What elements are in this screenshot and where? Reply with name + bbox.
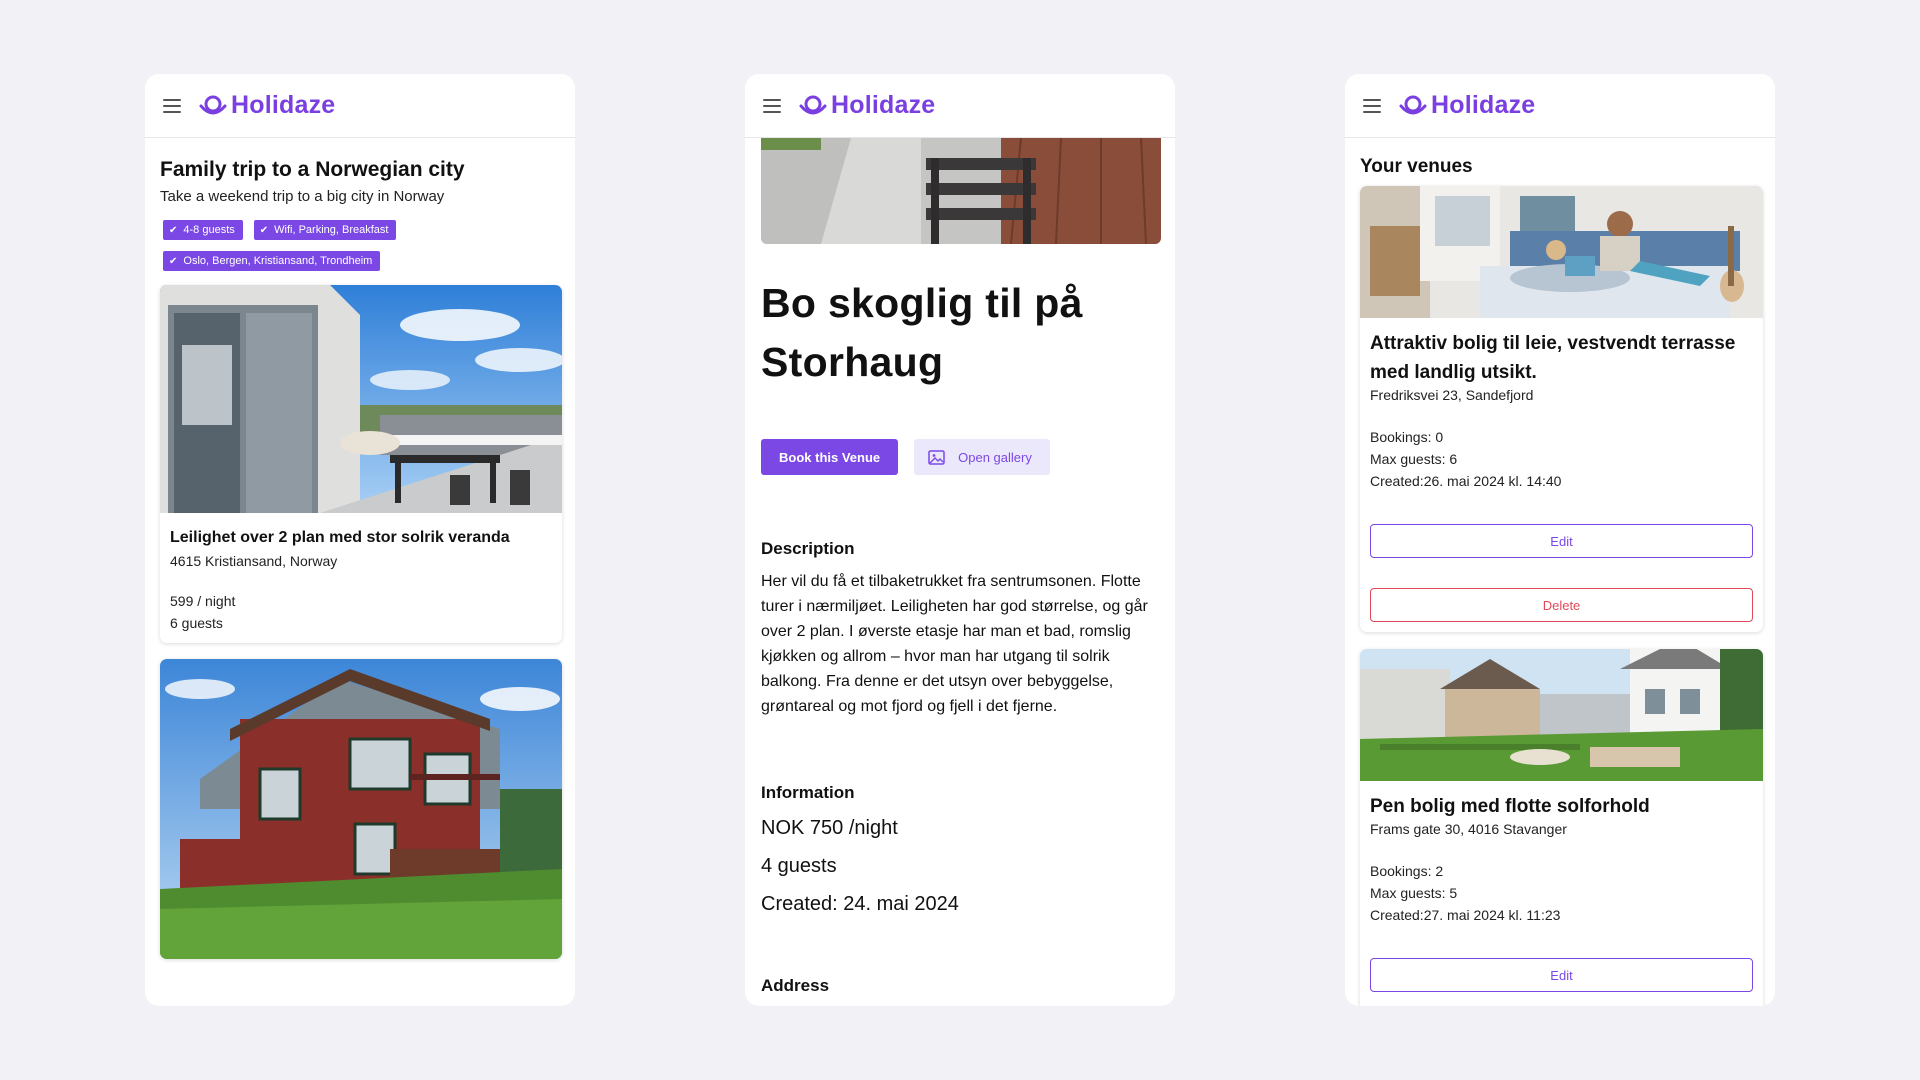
venue-photo-veranda: [160, 285, 562, 513]
venue-title: Attraktiv bolig til leie, vestvendt terr…: [1370, 333, 1736, 383]
brand-logo[interactable]: Holidaze: [799, 91, 935, 120]
edit-venue-button[interactable]: Edit: [1370, 524, 1753, 558]
header: Holidaze: [1345, 74, 1775, 138]
mobile-screen-search-results: Holidaze Family trip to a Norwegian city…: [145, 74, 575, 1006]
venue-photo-bedroom: [1360, 186, 1763, 318]
venue-created: Created:26. mai 2024 kl. 14:40: [1370, 473, 1562, 489]
tag-amenities[interactable]: ✔ Wifi, Parking, Breakfast: [253, 220, 397, 240]
venue-price: NOK 750 /night: [761, 817, 898, 839]
venue-max-guests: Max guests: 5: [1370, 885, 1458, 901]
logo-icon: [1399, 95, 1427, 114]
venue-bookings: Bookings: 2: [1370, 863, 1444, 879]
description-text: Her vil du få et tilbaketrukket fra sent…: [761, 573, 1148, 715]
venue-hero-image[interactable]: [761, 138, 1161, 244]
brand-name: Holidaze: [231, 91, 336, 119]
tag-label: 4-8 guests: [183, 224, 235, 236]
brand-name: Holidaze: [831, 91, 936, 119]
venue-title: Leilighet over 2 plan med stor solrik ve…: [170, 529, 510, 546]
address-heading: Address: [761, 976, 830, 995]
venue-address: Frams gate 30, 4016 Stavanger: [1370, 821, 1567, 837]
venue-title: Bo skoglig til på Storhaug: [761, 280, 1083, 385]
venue-address: Fredriksvei 23, Sandefjord: [1370, 387, 1534, 403]
action-buttons: Book this Venue Open gallery: [761, 439, 1161, 475]
venue-photo-balcony: [761, 138, 1161, 244]
page-title: Family trip to a Norwegian city: [160, 158, 465, 181]
venue-address: 4615 Kristiansand, Norway: [170, 553, 338, 569]
open-gallery-label: Open gallery: [958, 449, 1032, 465]
header: Holidaze: [145, 74, 575, 138]
check-icon: ✔: [169, 255, 178, 267]
venue-card: Attraktiv bolig til leie, vestvendt terr…: [1360, 186, 1763, 632]
edit-venue-button[interactable]: Edit: [1370, 958, 1753, 992]
venue-title: Pen bolig med flotte solforhold: [1370, 796, 1650, 817]
tag-label: Oslo, Bergen, Kristiansand, Trondheim: [183, 255, 373, 267]
description-heading: Description: [761, 539, 855, 558]
menu-icon[interactable]: [163, 98, 181, 113]
venue-card[interactable]: Leilighet over 2 plan med stor solrik ve…: [160, 285, 562, 643]
page-title: Your venues: [1360, 156, 1473, 177]
brand-logo[interactable]: Holidaze: [1399, 91, 1535, 120]
tag-label: Wifi, Parking, Breakfast: [274, 224, 389, 236]
information-heading: Information: [761, 783, 855, 802]
venue-created: Created: 24. mai 2024: [761, 893, 959, 915]
venue-price: 599 / night: [170, 593, 236, 609]
tag-cities[interactable]: ✔ Oslo, Bergen, Kristiansand, Trondheim: [163, 251, 381, 271]
check-icon: ✔: [259, 224, 269, 236]
venue-photo-red-house: [160, 659, 562, 959]
brand-name: Holidaze: [1431, 91, 1536, 119]
image-icon: [928, 449, 945, 465]
venue-created: Created:27. mai 2024 kl. 11:23: [1370, 907, 1561, 923]
venue-photo-garden: [1360, 649, 1763, 781]
filter-tags: ✔ 4-8 guests ✔ Wifi, Parking, Breakfast ✔ O…: [160, 220, 490, 271]
mobile-screen-venue-detail: Holidaze Bo skoglig til på Storhaug Book…: [745, 74, 1175, 1006]
book-venue-button[interactable]: Book this Venue: [761, 439, 899, 475]
open-gallery-button[interactable]: Open gallery: [914, 439, 1050, 475]
venue-card: Pen bolig med flotte solforhold Frams ga…: [1360, 649, 1763, 1006]
page-subtitle: Take a weekend trip to a big city in Nor…: [160, 188, 445, 205]
venue-card[interactable]: [160, 659, 562, 959]
venue-guests: 6 guests: [170, 615, 223, 631]
venue-guests: 4 guests: [761, 855, 837, 877]
venue-max-guests: Max guests: 6: [1370, 451, 1458, 467]
check-icon: ✔: [169, 224, 178, 236]
mobile-screen-your-venues: Holidaze Your venues Attraktiv bolig til…: [1345, 74, 1775, 1006]
delete-venue-button[interactable]: Delete: [1370, 588, 1753, 622]
venue-bookings: Bookings: 0: [1370, 429, 1444, 445]
menu-icon[interactable]: [763, 98, 781, 113]
logo-icon: [199, 95, 227, 114]
menu-icon[interactable]: [1363, 98, 1381, 113]
brand-logo[interactable]: Holidaze: [199, 91, 335, 120]
logo-icon: [799, 95, 827, 114]
header: Holidaze: [745, 74, 1175, 138]
tag-guests[interactable]: ✔ 4-8 guests: [163, 220, 243, 240]
